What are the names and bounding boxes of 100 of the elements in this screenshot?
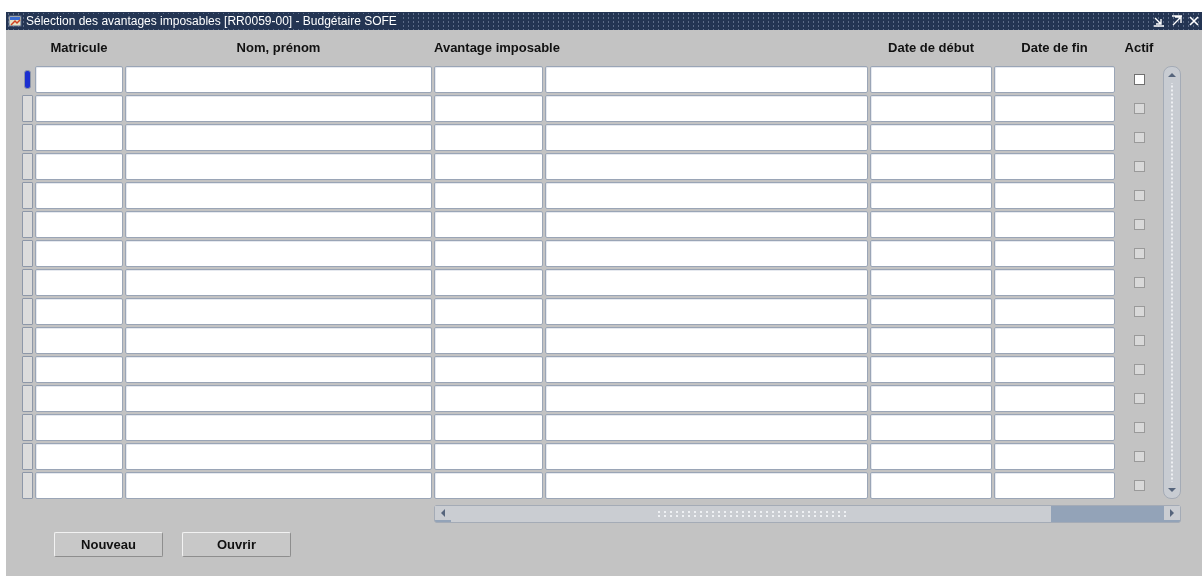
input-field[interactable] (434, 211, 543, 238)
input-field[interactable] (434, 124, 543, 151)
scroll-left-icon[interactable] (435, 506, 451, 520)
input-field[interactable] (870, 472, 992, 499)
horizontal-scrollbar[interactable] (434, 505, 1181, 523)
input-field[interactable] (125, 327, 432, 354)
input-field[interactable] (994, 472, 1115, 499)
input-field[interactable] (545, 385, 868, 412)
input-field[interactable] (545, 269, 868, 296)
input-field[interactable] (994, 385, 1115, 412)
input-field[interactable] (545, 240, 868, 267)
input-field[interactable] (545, 298, 868, 325)
action-button[interactable]: Ouvrir (182, 532, 291, 557)
input-field[interactable] (870, 385, 992, 412)
input-field[interactable] (434, 95, 543, 122)
input-field[interactable] (434, 385, 543, 412)
input-field[interactable] (125, 443, 432, 470)
input-field[interactable] (125, 211, 432, 238)
input-field[interactable] (434, 153, 543, 180)
input-field[interactable] (35, 414, 123, 441)
input-field[interactable] (994, 124, 1115, 151)
input-field[interactable] (434, 269, 543, 296)
input-field[interactable] (870, 124, 992, 151)
input-field[interactable] (125, 124, 432, 151)
input-field[interactable] (35, 356, 123, 383)
checkbox[interactable] (1133, 74, 1145, 85)
input-field[interactable] (434, 472, 543, 499)
input-field[interactable] (994, 182, 1115, 209)
input-field[interactable] (35, 298, 123, 325)
input-field[interactable] (994, 414, 1115, 441)
maximize-icon[interactable] (1170, 14, 1184, 28)
input-field[interactable] (545, 66, 868, 93)
input-field[interactable] (545, 182, 868, 209)
input-field[interactable] (545, 153, 868, 180)
input-field[interactable] (35, 124, 123, 151)
input-field[interactable] (125, 298, 432, 325)
input-field[interactable] (870, 414, 992, 441)
input-field[interactable] (35, 385, 123, 412)
input-field[interactable] (125, 182, 432, 209)
input-field[interactable] (545, 95, 868, 122)
input-field[interactable] (870, 240, 992, 267)
input-field[interactable] (35, 95, 123, 122)
input-field[interactable] (125, 472, 432, 499)
input-field[interactable] (994, 66, 1115, 93)
input-field[interactable] (434, 240, 543, 267)
input-field[interactable] (35, 153, 123, 180)
input-field[interactable] (35, 472, 123, 499)
input-field[interactable] (870, 356, 992, 383)
input-field[interactable] (434, 66, 543, 93)
input-field[interactable] (870, 95, 992, 122)
vertical-scrollbar[interactable] (1163, 66, 1181, 499)
input-field[interactable] (545, 356, 868, 383)
input-field[interactable] (35, 327, 123, 354)
input-field[interactable] (125, 66, 432, 93)
input-field[interactable] (870, 269, 992, 296)
input-field[interactable] (870, 153, 992, 180)
input-field[interactable] (545, 414, 868, 441)
input-field[interactable] (994, 95, 1115, 122)
input-field[interactable] (545, 472, 868, 499)
input-field[interactable] (35, 182, 123, 209)
input-field[interactable] (125, 414, 432, 441)
input-field[interactable] (125, 356, 432, 383)
input-field[interactable] (35, 211, 123, 238)
input-field[interactable] (434, 356, 543, 383)
input-field[interactable] (994, 211, 1115, 238)
input-field[interactable] (994, 240, 1115, 267)
input-field[interactable] (434, 414, 543, 441)
input-field[interactable] (434, 327, 543, 354)
input-field[interactable] (545, 211, 868, 238)
input-field[interactable] (35, 66, 123, 93)
input-field[interactable] (994, 327, 1115, 354)
input-field[interactable] (434, 298, 543, 325)
input-field[interactable] (870, 298, 992, 325)
input-field[interactable] (870, 443, 992, 470)
input-field[interactable] (35, 443, 123, 470)
input-field[interactable] (545, 443, 868, 470)
input-field[interactable] (125, 385, 432, 412)
input-field[interactable] (125, 240, 432, 267)
input-field[interactable] (125, 95, 432, 122)
input-field[interactable] (994, 298, 1115, 325)
scroll-right-icon[interactable] (1164, 506, 1180, 520)
input-field[interactable] (994, 356, 1115, 383)
input-field[interactable] (434, 443, 543, 470)
input-field[interactable] (994, 153, 1115, 180)
input-field[interactable] (35, 269, 123, 296)
input-field[interactable] (35, 240, 123, 267)
input-field[interactable] (870, 182, 992, 209)
input-field[interactable] (545, 327, 868, 354)
input-field[interactable] (125, 269, 432, 296)
input-field[interactable] (994, 443, 1115, 470)
action-button[interactable]: Nouveau (54, 532, 163, 557)
input-field[interactable] (125, 153, 432, 180)
close-icon[interactable] (1188, 14, 1200, 28)
input-field[interactable] (870, 66, 992, 93)
input-field[interactable] (994, 269, 1115, 296)
input-field[interactable] (870, 211, 992, 238)
record-indicator[interactable] (24, 70, 31, 89)
input-field[interactable] (870, 327, 992, 354)
input-field[interactable] (434, 182, 543, 209)
input-field[interactable] (545, 124, 868, 151)
